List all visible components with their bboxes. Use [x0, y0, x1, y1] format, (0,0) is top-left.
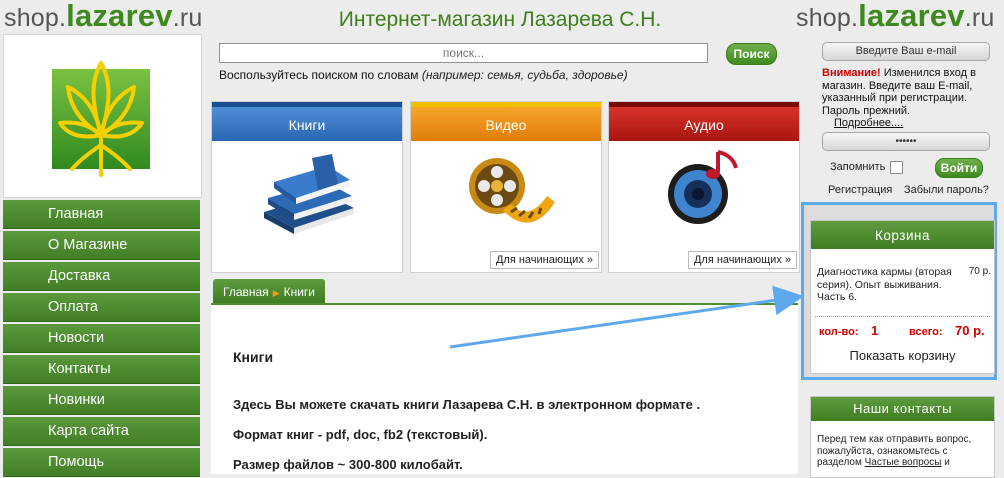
- remember-label: Запомнить: [830, 161, 886, 173]
- cart-total-value: 70 р.: [955, 323, 985, 338]
- search-button[interactable]: Поиск: [726, 43, 777, 65]
- category-books-label[interactable]: Книги: [212, 102, 402, 141]
- search-input[interactable]: [219, 43, 708, 63]
- logo-suffix: .ru: [172, 4, 203, 32]
- cart-qty-label: кол-во:: [819, 326, 859, 338]
- notice-warning: Внимание!: [822, 67, 881, 79]
- nav-item-about[interactable]: О Магазине: [3, 231, 200, 260]
- audio-beginners-link[interactable]: Для начинающих »: [687, 251, 797, 269]
- contacts-text-after: и: [944, 457, 950, 468]
- cart-total-label: всего:: [909, 326, 943, 338]
- category-card-books[interactable]: Книги: [211, 101, 403, 273]
- cart-divider: [815, 316, 990, 317]
- cart-item-price: 70 р.: [968, 266, 991, 277]
- nav-item-new-arrivals[interactable]: Новинки: [3, 386, 200, 415]
- content-line: Здесь Вы можете скачать книги Лазарева С…: [233, 397, 701, 412]
- show-cart-button[interactable]: Показать корзину: [811, 348, 994, 363]
- speaker-icon: [668, 150, 738, 224]
- login-button[interactable]: Войти: [935, 158, 983, 178]
- logo-brand: lazarev: [858, 0, 965, 33]
- contacts-title: Наши контакты: [811, 397, 994, 421]
- site-logo-left[interactable]: shop.lazarev.ru: [4, 0, 203, 34]
- nav-item-news[interactable]: Новости: [3, 324, 200, 353]
- nav-item-home[interactable]: Главная: [3, 200, 200, 229]
- content-title: Книги: [233, 349, 274, 365]
- category-audio-label[interactable]: Аудио: [609, 102, 799, 141]
- lotus-logo-box[interactable]: [3, 34, 202, 198]
- logo-prefix: shop.: [796, 4, 859, 32]
- nav-item-payment[interactable]: Оплата: [3, 293, 200, 322]
- remember-checkbox[interactable]: [890, 161, 903, 174]
- logo-prefix: shop.: [4, 4, 67, 32]
- search-panel: Поиск Воспользуйтесь поиском по словам (…: [211, 35, 798, 89]
- cart-qty-value: 1: [871, 323, 879, 338]
- forgot-password-link[interactable]: Забыли пароль?: [904, 184, 989, 196]
- contacts-text: Перед тем как отправить вопрос, пожалуйс…: [817, 434, 989, 469]
- contacts-widget: Наши контакты Перед тем как отправить во…: [810, 396, 995, 478]
- notice-more-link[interactable]: Подробнее....: [834, 117, 903, 129]
- logo-brand: lazarev: [66, 0, 173, 33]
- category-card-audio[interactable]: Аудио Для начинающих »: [608, 101, 800, 273]
- search-hint: Воспользуйтесь поиском по словам (наприм…: [219, 68, 628, 82]
- password-field[interactable]: ••••••: [822, 132, 990, 151]
- film-reel-icon: [469, 158, 555, 223]
- email-field[interactable]: Введите Ваш e-mail: [822, 42, 990, 61]
- faq-link[interactable]: Частые вопросы: [865, 457, 942, 468]
- nav-item-help[interactable]: Помощь: [3, 448, 200, 477]
- cart-widget: Корзина Диагностика кармы (вторая серия)…: [810, 220, 995, 374]
- nav-item-delivery[interactable]: Доставка: [3, 262, 200, 291]
- lotus-logo-icon: [52, 61, 150, 177]
- main-content: Книги Здесь Вы можете скачать книги Лаза…: [211, 303, 798, 474]
- video-beginners-link[interactable]: Для начинающих »: [489, 251, 599, 269]
- breadcrumb-arrow-icon: ▶: [272, 288, 280, 298]
- page-title: Интернет-магазин Лазарева С.Н.: [338, 8, 662, 31]
- books-icon: [264, 154, 354, 234]
- nav-item-sitemap[interactable]: Карта сайта: [3, 417, 200, 446]
- breadcrumb: Главная ▶ Книги: [213, 279, 326, 303]
- search-hint-prefix: Воспользуйтесь поиском по словам: [219, 68, 419, 82]
- logo-suffix: .ru: [964, 4, 995, 32]
- search-hint-examples: (например: семья, судьба, здоровье): [421, 68, 628, 82]
- site-logo-right[interactable]: shop.lazarev.ru: [796, 0, 995, 34]
- category-card-video[interactable]: Видео Для начинающих »: [410, 101, 602, 273]
- cart-title: Корзина: [811, 221, 994, 249]
- login-notice: Внимание! Изменился вход в магазин. Введ…: [822, 67, 992, 130]
- content-line: Формат книг - pdf, doc, fb2 (текстовый).: [233, 427, 488, 442]
- breadcrumb-home[interactable]: Главная: [223, 285, 269, 299]
- category-video-label[interactable]: Видео: [411, 102, 601, 141]
- content-line: Размер файлов ~ 300-800 килобайт.: [233, 457, 463, 472]
- nav-item-contacts[interactable]: Контакты: [3, 355, 200, 384]
- cart-item-name[interactable]: Диагностика кармы (вторая серия). Опыт в…: [817, 266, 952, 304]
- register-link[interactable]: Регистрация: [828, 184, 892, 196]
- breadcrumb-current: Книги: [283, 285, 316, 299]
